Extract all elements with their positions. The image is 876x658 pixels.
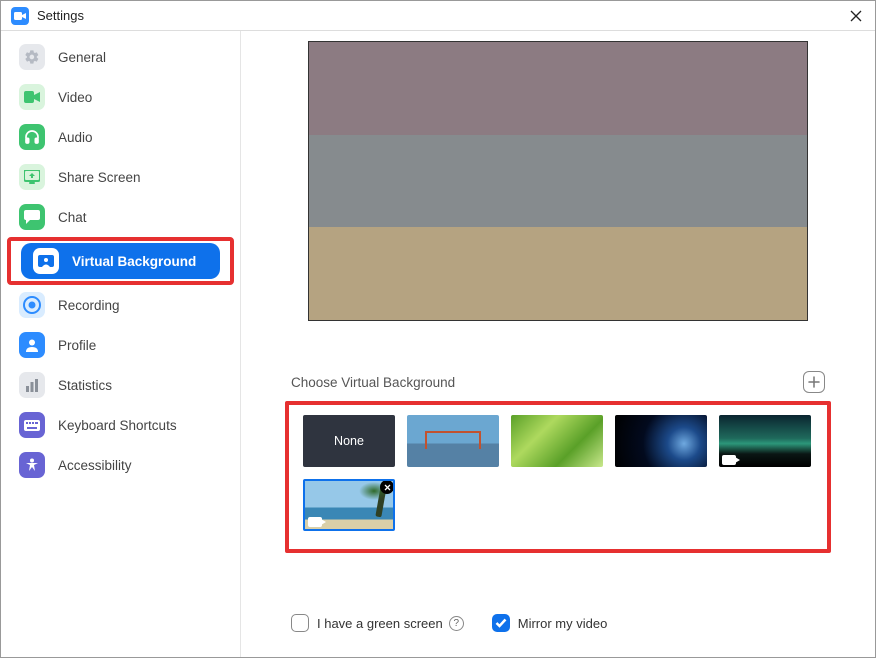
green-screen-label: I have a green screen <box>317 616 443 631</box>
mirror-video-label: Mirror my video <box>518 616 608 631</box>
share-screen-icon <box>19 164 45 190</box>
sidebar-item-label: Recording <box>58 298 120 313</box>
preview-band <box>309 227 807 320</box>
video-badge-icon <box>308 517 322 527</box>
sidebar-item-general[interactable]: General <box>1 37 240 77</box>
sidebar-item-label: Profile <box>58 338 96 353</box>
preview-band <box>309 135 807 228</box>
headphones-icon <box>19 124 45 150</box>
sidebar-item-chat[interactable]: Chat <box>1 197 240 237</box>
thumbnails-highlight: None <box>285 401 831 553</box>
video-badge-icon <box>722 455 736 465</box>
bg-thumb-none-label: None <box>334 434 364 448</box>
green-screen-option: I have a green screen ? <box>291 614 464 632</box>
footer-options: I have a green screen ? Mirror my video <box>271 614 845 647</box>
bg-thumb-aurora[interactable] <box>719 415 811 467</box>
sidebar-item-label: Statistics <box>58 378 112 393</box>
sidebar-item-label: Virtual Background <box>72 254 196 269</box>
sidebar-item-label: General <box>58 50 106 65</box>
sidebar-item-keyboard-shortcuts[interactable]: Keyboard Shortcuts <box>1 405 240 445</box>
bg-thumb-bridge[interactable] <box>407 415 499 467</box>
app-icon <box>11 7 29 25</box>
sidebar-item-label: Accessibility <box>58 458 132 473</box>
chat-icon <box>19 204 45 230</box>
sidebar-item-profile[interactable]: Profile <box>1 325 240 365</box>
choose-background-row: Choose Virtual Background <box>271 371 845 401</box>
profile-icon <box>19 332 45 358</box>
sidebar-item-label: Chat <box>58 210 87 225</box>
statistics-icon <box>19 372 45 398</box>
choose-background-label: Choose Virtual Background <box>291 375 455 390</box>
titlebar: Settings <box>1 1 875 31</box>
sidebar-item-label: Audio <box>58 130 93 145</box>
green-screen-checkbox[interactable] <box>291 614 309 632</box>
sidebar-highlight: Virtual Background <box>7 237 234 285</box>
video-preview <box>308 41 808 321</box>
content: General Video Audio Share Screen Chat <box>1 31 875 657</box>
sidebar-item-accessibility[interactable]: Accessibility <box>1 445 240 485</box>
sidebar-item-label: Video <box>58 90 92 105</box>
help-icon[interactable]: ? <box>449 616 464 631</box>
main-panel: Choose Virtual Background None <box>241 31 875 657</box>
accessibility-icon <box>19 452 45 478</box>
close-button[interactable] <box>847 7 865 25</box>
mirror-video-checkbox[interactable] <box>492 614 510 632</box>
video-icon <box>19 84 45 110</box>
background-thumbnails: None <box>303 415 813 531</box>
mirror-video-option: Mirror my video <box>492 614 608 632</box>
sidebar-item-label: Keyboard Shortcuts <box>58 418 177 433</box>
background-icon <box>33 248 59 274</box>
preview-band <box>309 42 807 135</box>
window-title: Settings <box>37 8 847 23</box>
sidebar-item-label: Share Screen <box>58 170 141 185</box>
sidebar: General Video Audio Share Screen Chat <box>1 31 241 657</box>
sidebar-item-audio[interactable]: Audio <box>1 117 240 157</box>
sidebar-item-video[interactable]: Video <box>1 77 240 117</box>
gear-icon <box>19 44 45 70</box>
sidebar-item-recording[interactable]: Recording <box>1 285 240 325</box>
keyboard-icon <box>19 412 45 438</box>
bg-thumb-grass[interactable] <box>511 415 603 467</box>
bg-thumb-earth[interactable] <box>615 415 707 467</box>
sidebar-item-statistics[interactable]: Statistics <box>1 365 240 405</box>
bg-thumb-beach[interactable] <box>303 479 395 531</box>
recording-icon <box>19 292 45 318</box>
remove-background-button[interactable] <box>380 480 394 494</box>
sidebar-item-share-screen[interactable]: Share Screen <box>1 157 240 197</box>
sidebar-item-virtual-background[interactable]: Virtual Background <box>21 243 220 279</box>
add-background-button[interactable] <box>803 371 825 393</box>
bg-thumb-none[interactable]: None <box>303 415 395 467</box>
